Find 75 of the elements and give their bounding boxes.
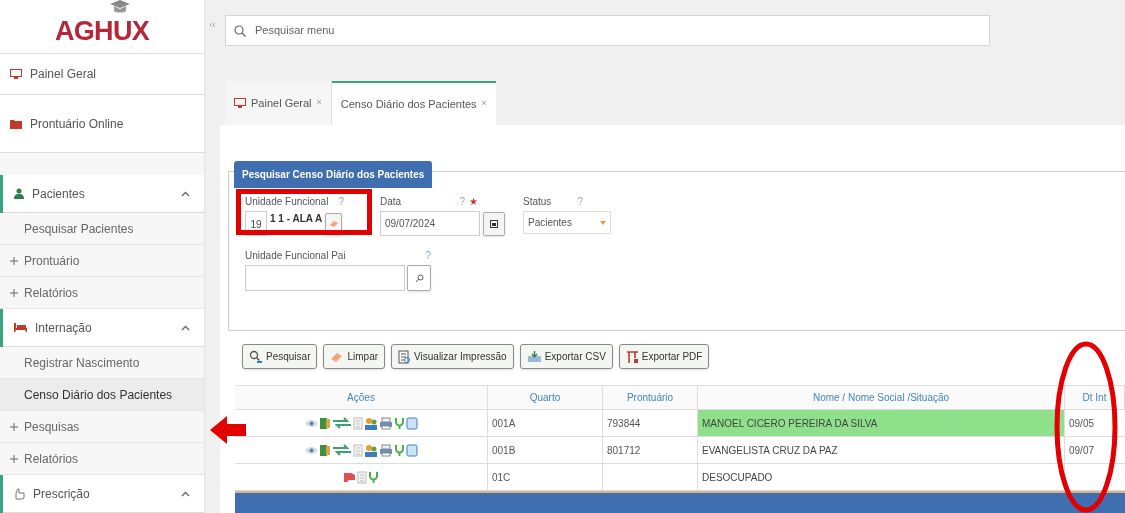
required-mark: ★ [469, 195, 478, 209]
calendar-button[interactable] [483, 211, 505, 236]
plus-icon [10, 256, 18, 265]
arrow-icon [210, 416, 246, 444]
table-cell: 001A [488, 410, 603, 436]
tab[interactable]: Censo Diário dos Pacientes × [331, 81, 496, 125]
table-cell-text: 801712 [606, 443, 642, 458]
column-header[interactable]: Prontuário [603, 386, 698, 409]
date-field[interactable]: 09/07/2024 [380, 211, 480, 236]
status-select[interactable]: Pacientes [523, 211, 611, 234]
printer-icon[interactable] [378, 416, 393, 430]
close-icon[interactable]: × [481, 97, 487, 111]
field-label: Unidade Funcional [245, 195, 329, 209]
folder-icon [10, 118, 22, 129]
toolbar-button[interactable]: Pesquisar [242, 344, 318, 369]
caret-icon [181, 190, 190, 197]
printer-icon[interactable] [378, 443, 393, 457]
toolbar-button[interactable]: Limpar [323, 344, 386, 369]
search-icon [234, 24, 246, 37]
door-icon[interactable] [318, 443, 331, 457]
search-field[interactable]: Pesquisar menu [225, 14, 990, 46]
code-field[interactable]: 19 [245, 211, 267, 236]
document-icon[interactable] [357, 470, 367, 484]
table-cell: MANOEL CICERO PEREIRA DA SILVA [698, 410, 1065, 436]
toolbar-button[interactable]: Visualizar Impressão [391, 344, 514, 369]
person-icon [14, 188, 24, 199]
table-cell-text: 793844 [606, 416, 642, 431]
sidebar-item[interactable]: Censo Diário dos Pacientes [0, 379, 204, 411]
input-field[interactable] [245, 265, 405, 291]
arrows-icon[interactable] [331, 444, 352, 456]
field-value: 1 1 - ALA A [270, 212, 323, 226]
search-button[interactable] [407, 265, 431, 291]
collapse-icon[interactable] [209, 22, 216, 28]
arrows-icon[interactable] [331, 417, 352, 429]
dropdown-icon [600, 220, 606, 225]
eye-icon[interactable] [304, 418, 318, 428]
column-header[interactable]: Dt Int [1065, 386, 1125, 409]
document-icon [398, 349, 412, 364]
plus-icon [10, 288, 18, 297]
door-icon[interactable] [318, 416, 331, 430]
monitor-icon [234, 97, 246, 109]
magnifier-icon [249, 349, 263, 364]
table-cell: 01C [488, 464, 603, 490]
field-label: Data [380, 195, 402, 209]
export-icon [526, 350, 542, 363]
toolbar-button[interactable]: Exportar CSV [519, 344, 613, 369]
people-icon[interactable] [363, 443, 378, 457]
column-header[interactable]: Ações [235, 386, 488, 409]
people-icon[interactable] [363, 416, 378, 430]
field-label: Unidade Funcional Pai [245, 249, 346, 263]
toolbar-button[interactable]: Exportar PDF [618, 344, 710, 369]
column-header[interactable]: Nome / Nome Social /Situação [698, 386, 1065, 409]
sidebar-link[interactable]: Painel Geral [30, 65, 97, 84]
logo: AGHUX [54, 18, 150, 46]
monitor-icon [10, 68, 22, 80]
plus-icon [10, 422, 18, 431]
table-cell-text: 09/07 [1068, 443, 1096, 458]
caret-icon [181, 324, 190, 331]
caret-icon [181, 490, 190, 497]
calendar-icon [490, 219, 498, 228]
table-cell: 001B [488, 437, 603, 463]
eye-icon[interactable] [304, 445, 318, 455]
field-label: Status [523, 195, 552, 209]
panel-title: Pesquisar Censo Diário dos Pacientes [234, 161, 433, 188]
tab[interactable]: Painel Geral × [225, 81, 332, 125]
table-cell-text: 09/05 [1068, 416, 1096, 431]
sidebar-link[interactable]: Prontuário Online [30, 114, 124, 133]
bed-icon [14, 323, 27, 332]
search-icon [414, 273, 424, 283]
eraser-icon [330, 350, 345, 363]
sheet-icon[interactable] [405, 443, 418, 457]
sheet-icon[interactable] [405, 416, 418, 430]
eraser-icon [328, 219, 339, 228]
column-header[interactable]: Quarto [488, 386, 603, 409]
plus-icon [10, 454, 18, 463]
